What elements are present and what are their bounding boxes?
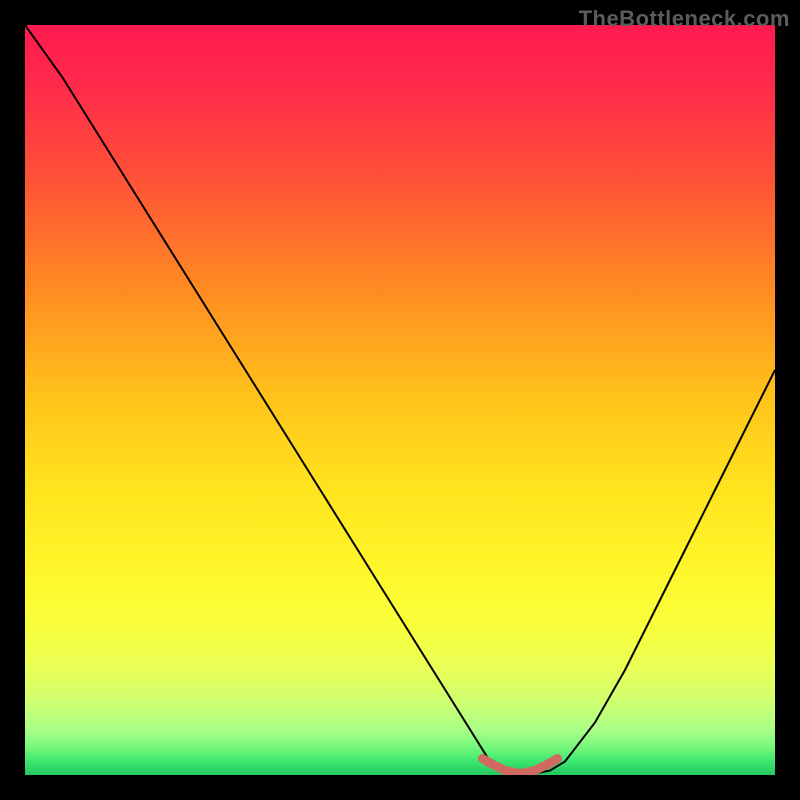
chart-plot-area	[25, 25, 775, 775]
watermark-text: TheBottleneck.com	[579, 6, 790, 32]
chart-svg	[25, 25, 775, 775]
gradient-background	[25, 25, 775, 775]
chart-frame: TheBottleneck.com	[0, 0, 800, 800]
